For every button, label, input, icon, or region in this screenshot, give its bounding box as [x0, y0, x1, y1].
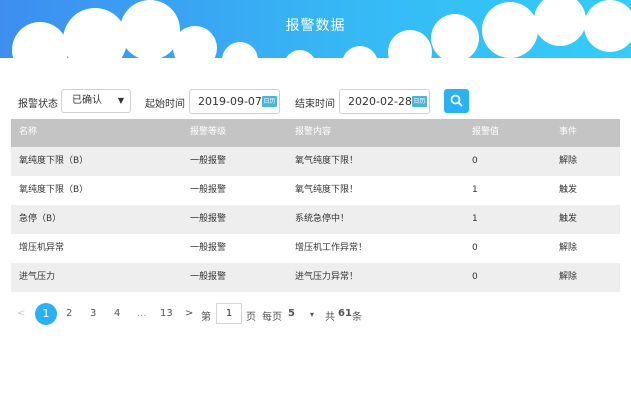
- next-page-button[interactable]: >: [185, 308, 193, 319]
- page-title: 报警数据: [285, 18, 346, 34]
- cell-level: 一般报警: [190, 185, 227, 195]
- prev-page-button[interactable]: <: [17, 308, 25, 319]
- column-header-name: 名称: [19, 127, 38, 137]
- cell-name: 进气压力: [19, 272, 56, 282]
- page-header: 报警数据: [0, 0, 631, 70]
- calendar-icon[interactable]: 日历: [412, 96, 427, 107]
- cell-event: 解除: [559, 156, 578, 166]
- cell-event: 触发: [559, 185, 578, 195]
- end-date-value: 2020-02-28: [348, 95, 412, 108]
- pagination: < 1 2 3 4 ... 13 > 第 1 页 每页 5 ▾ 共 61 条: [0, 302, 631, 326]
- table-row[interactable]: 增压机异常 一般报警 增压机工作异常！ 0 解除: [11, 234, 620, 263]
- status-label: 报警状态: [18, 99, 58, 110]
- start-date-input[interactable]: 2019-09-07 日历: [189, 89, 280, 114]
- goto-prefix: 第: [201, 312, 211, 323]
- cell-name: 增压机异常: [19, 243, 65, 253]
- per-page-label: 每页: [262, 312, 282, 323]
- cell-event: 解除: [559, 272, 578, 282]
- chevron-down-icon[interactable]: ▾: [310, 310, 314, 319]
- search-button[interactable]: [444, 89, 469, 113]
- cell-name: 氧纯度下限（B）: [19, 185, 89, 195]
- page-button[interactable]: 4: [114, 308, 120, 319]
- table-row[interactable]: 氧纯度下限（B） 一般报警 氧气纯度下限！ 1 触发: [11, 176, 620, 205]
- alarm-table: 名称 报警等级 报警内容 报警值 事件 氧纯度下限（B） 一般报警 氧气纯度下限…: [11, 119, 620, 292]
- cell-level: 一般报警: [190, 272, 227, 282]
- table-row[interactable]: 急停（B） 一般报警 系统急停中！ 1 触发: [11, 205, 620, 234]
- status-select[interactable]: 已确认 ▼: [61, 89, 131, 113]
- page-button[interactable]: 3: [90, 308, 96, 319]
- total-count: 61: [338, 308, 352, 319]
- column-header-content: 报警内容: [295, 127, 332, 137]
- goto-page-input[interactable]: 1: [216, 303, 242, 324]
- per-page-select[interactable]: 5: [288, 308, 295, 319]
- goto-suffix: 页: [246, 312, 256, 323]
- start-date-value: 2019-09-07: [198, 95, 262, 108]
- cell-level: 一般报警: [190, 156, 227, 166]
- table-body: 氧纯度下限（B） 一般报警 氧气纯度下限！ 0 解除 氧纯度下限（B） 一般报警…: [11, 147, 620, 292]
- cell-name: 急停（B）: [19, 214, 62, 224]
- calendar-icon[interactable]: 日历: [262, 96, 277, 107]
- page-button-current[interactable]: 1: [35, 303, 57, 325]
- search-icon: [450, 94, 463, 107]
- column-header-event: 事件: [559, 127, 578, 137]
- end-date-input[interactable]: 2020-02-28 日历: [339, 89, 430, 114]
- pagination-ellipsis: ...: [137, 308, 147, 319]
- cell-value: 0: [472, 243, 478, 253]
- page-button[interactable]: 2: [66, 308, 72, 319]
- cell-event: 解除: [559, 243, 578, 253]
- cell-name: 氧纯度下限（B）: [19, 156, 89, 166]
- cloud-decoration: [0, 0, 631, 70]
- cell-content: 氧气纯度下限！: [295, 185, 359, 195]
- status-select-value: 已确认: [72, 95, 102, 106]
- cell-content: 增压机工作异常！: [295, 243, 368, 253]
- cell-content: 氧气纯度下限！: [295, 156, 359, 166]
- cell-level: 一般报警: [190, 214, 227, 224]
- chevron-down-icon: ▼: [117, 96, 124, 105]
- table-row[interactable]: 进气压力 一般报警 进气压力异常！ 0 解除: [11, 263, 620, 292]
- total-prefix: 共: [325, 312, 335, 323]
- table-header: 名称 报警等级 报警内容 报警值 事件: [11, 119, 620, 147]
- cell-value: 1: [472, 214, 478, 224]
- start-time-label: 起始时间: [145, 99, 185, 110]
- cell-level: 一般报警: [190, 243, 227, 253]
- cell-content: 系统急停中！: [295, 214, 350, 224]
- column-header-value: 报警值: [472, 127, 500, 137]
- filter-bar: 报警状态 已确认 ▼ 起始时间 2019-09-07 日历 结束时间 2020-…: [0, 89, 631, 115]
- cell-content: 进气压力异常！: [295, 272, 359, 282]
- total-suffix: 条: [352, 312, 362, 323]
- cell-value: 0: [472, 272, 478, 282]
- end-time-label: 结束时间: [295, 99, 335, 110]
- cell-value: 0: [472, 156, 478, 166]
- table-row[interactable]: 氧纯度下限（B） 一般报警 氧气纯度下限！ 0 解除: [11, 147, 620, 176]
- column-header-level: 报警等级: [190, 127, 227, 137]
- cell-value: 1: [472, 185, 478, 195]
- cell-event: 触发: [559, 214, 578, 224]
- page-button[interactable]: 13: [160, 308, 173, 319]
